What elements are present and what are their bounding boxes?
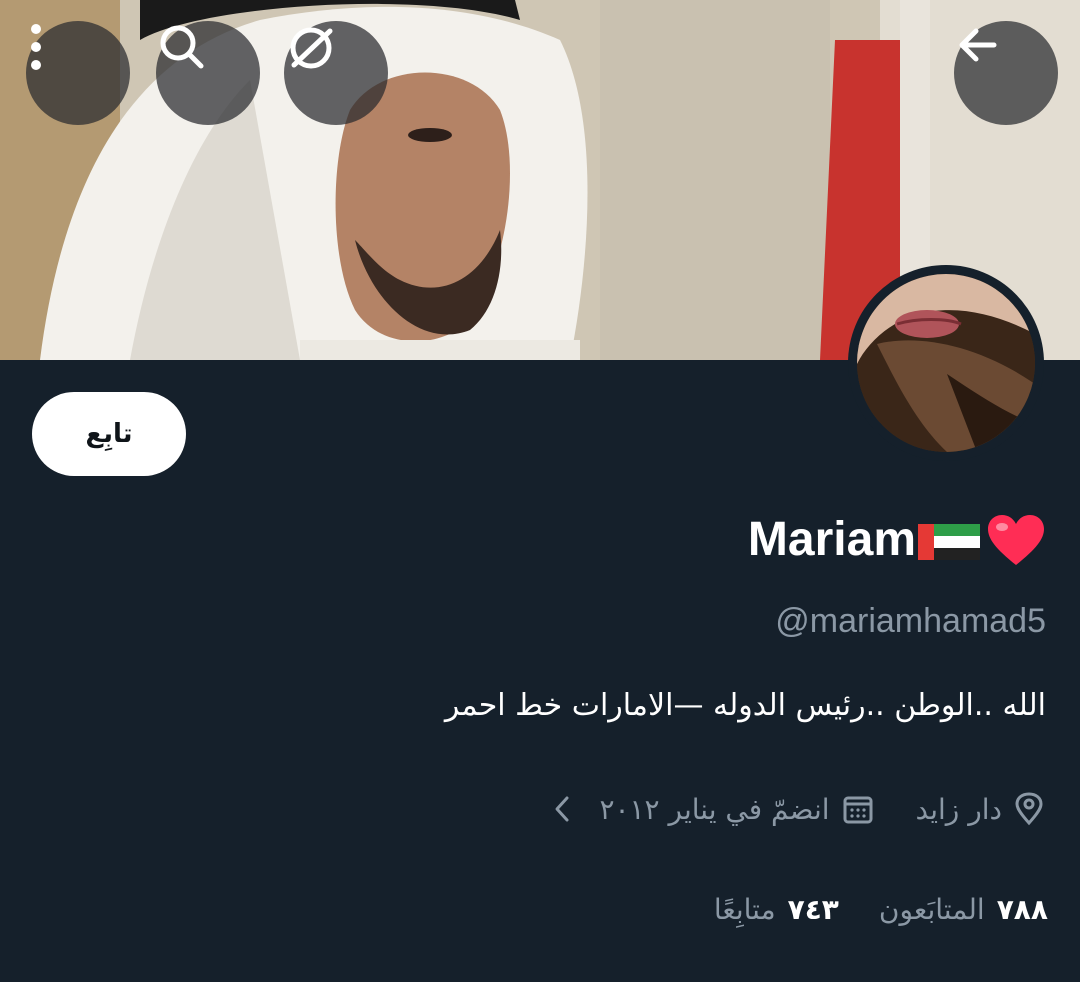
search-button[interactable] — [156, 21, 260, 125]
follow-button[interactable]: تابِع — [32, 392, 186, 476]
handle: @mariamhamad5 — [775, 602, 1046, 640]
expand-meta[interactable] — [541, 794, 573, 824]
more-vertical-icon — [31, 24, 41, 70]
calendar-icon — [843, 796, 873, 824]
display-name-row: Mariam — [748, 504, 1046, 574]
uae-flag-icon — [918, 524, 980, 560]
avatar-image — [857, 274, 1035, 452]
followers-link[interactable]: ٧٨٨ المتابَعون — [879, 893, 1048, 926]
location-pin-icon — [1015, 792, 1043, 826]
search-icon — [160, 25, 204, 69]
joined-date: انضمّ في يناير ٢٠١٢ — [599, 793, 873, 826]
followers-count: ٧٨٨ — [996, 892, 1048, 926]
heart-icon — [988, 515, 1044, 565]
chevron-left-icon — [555, 796, 569, 822]
arrow-left-icon — [959, 28, 997, 62]
following-label: متابِعًا — [713, 892, 776, 926]
bio: الله ..الوطن ..رئيس الدوله —الامارات خط … — [444, 688, 1046, 723]
location-text: دار زايد — [915, 792, 1002, 826]
avatar-ring — [848, 265, 1044, 461]
profile-meta: دار زايد انضمّ في يناير ٢٠١٢ — [541, 784, 1044, 834]
back-button[interactable] — [954, 21, 1058, 125]
followers-label: المتابَعون — [878, 892, 985, 926]
display-name: Mariam — [747, 512, 916, 566]
location: دار زايد — [916, 792, 1044, 826]
grok-icon — [290, 27, 333, 69]
joined-text: انضمّ في يناير ٢٠١٢ — [599, 792, 830, 826]
avatar[interactable] — [857, 274, 1035, 452]
follow-stats: ٧٨٨ المتابَعون ٧٤٣ متابِعًا — [674, 884, 1048, 934]
more-button[interactable] — [26, 21, 130, 125]
following-link[interactable]: ٧٤٣ متابِعًا — [714, 893, 839, 926]
following-count: ٧٤٣ — [787, 892, 839, 926]
grok-button[interactable] — [284, 21, 388, 125]
